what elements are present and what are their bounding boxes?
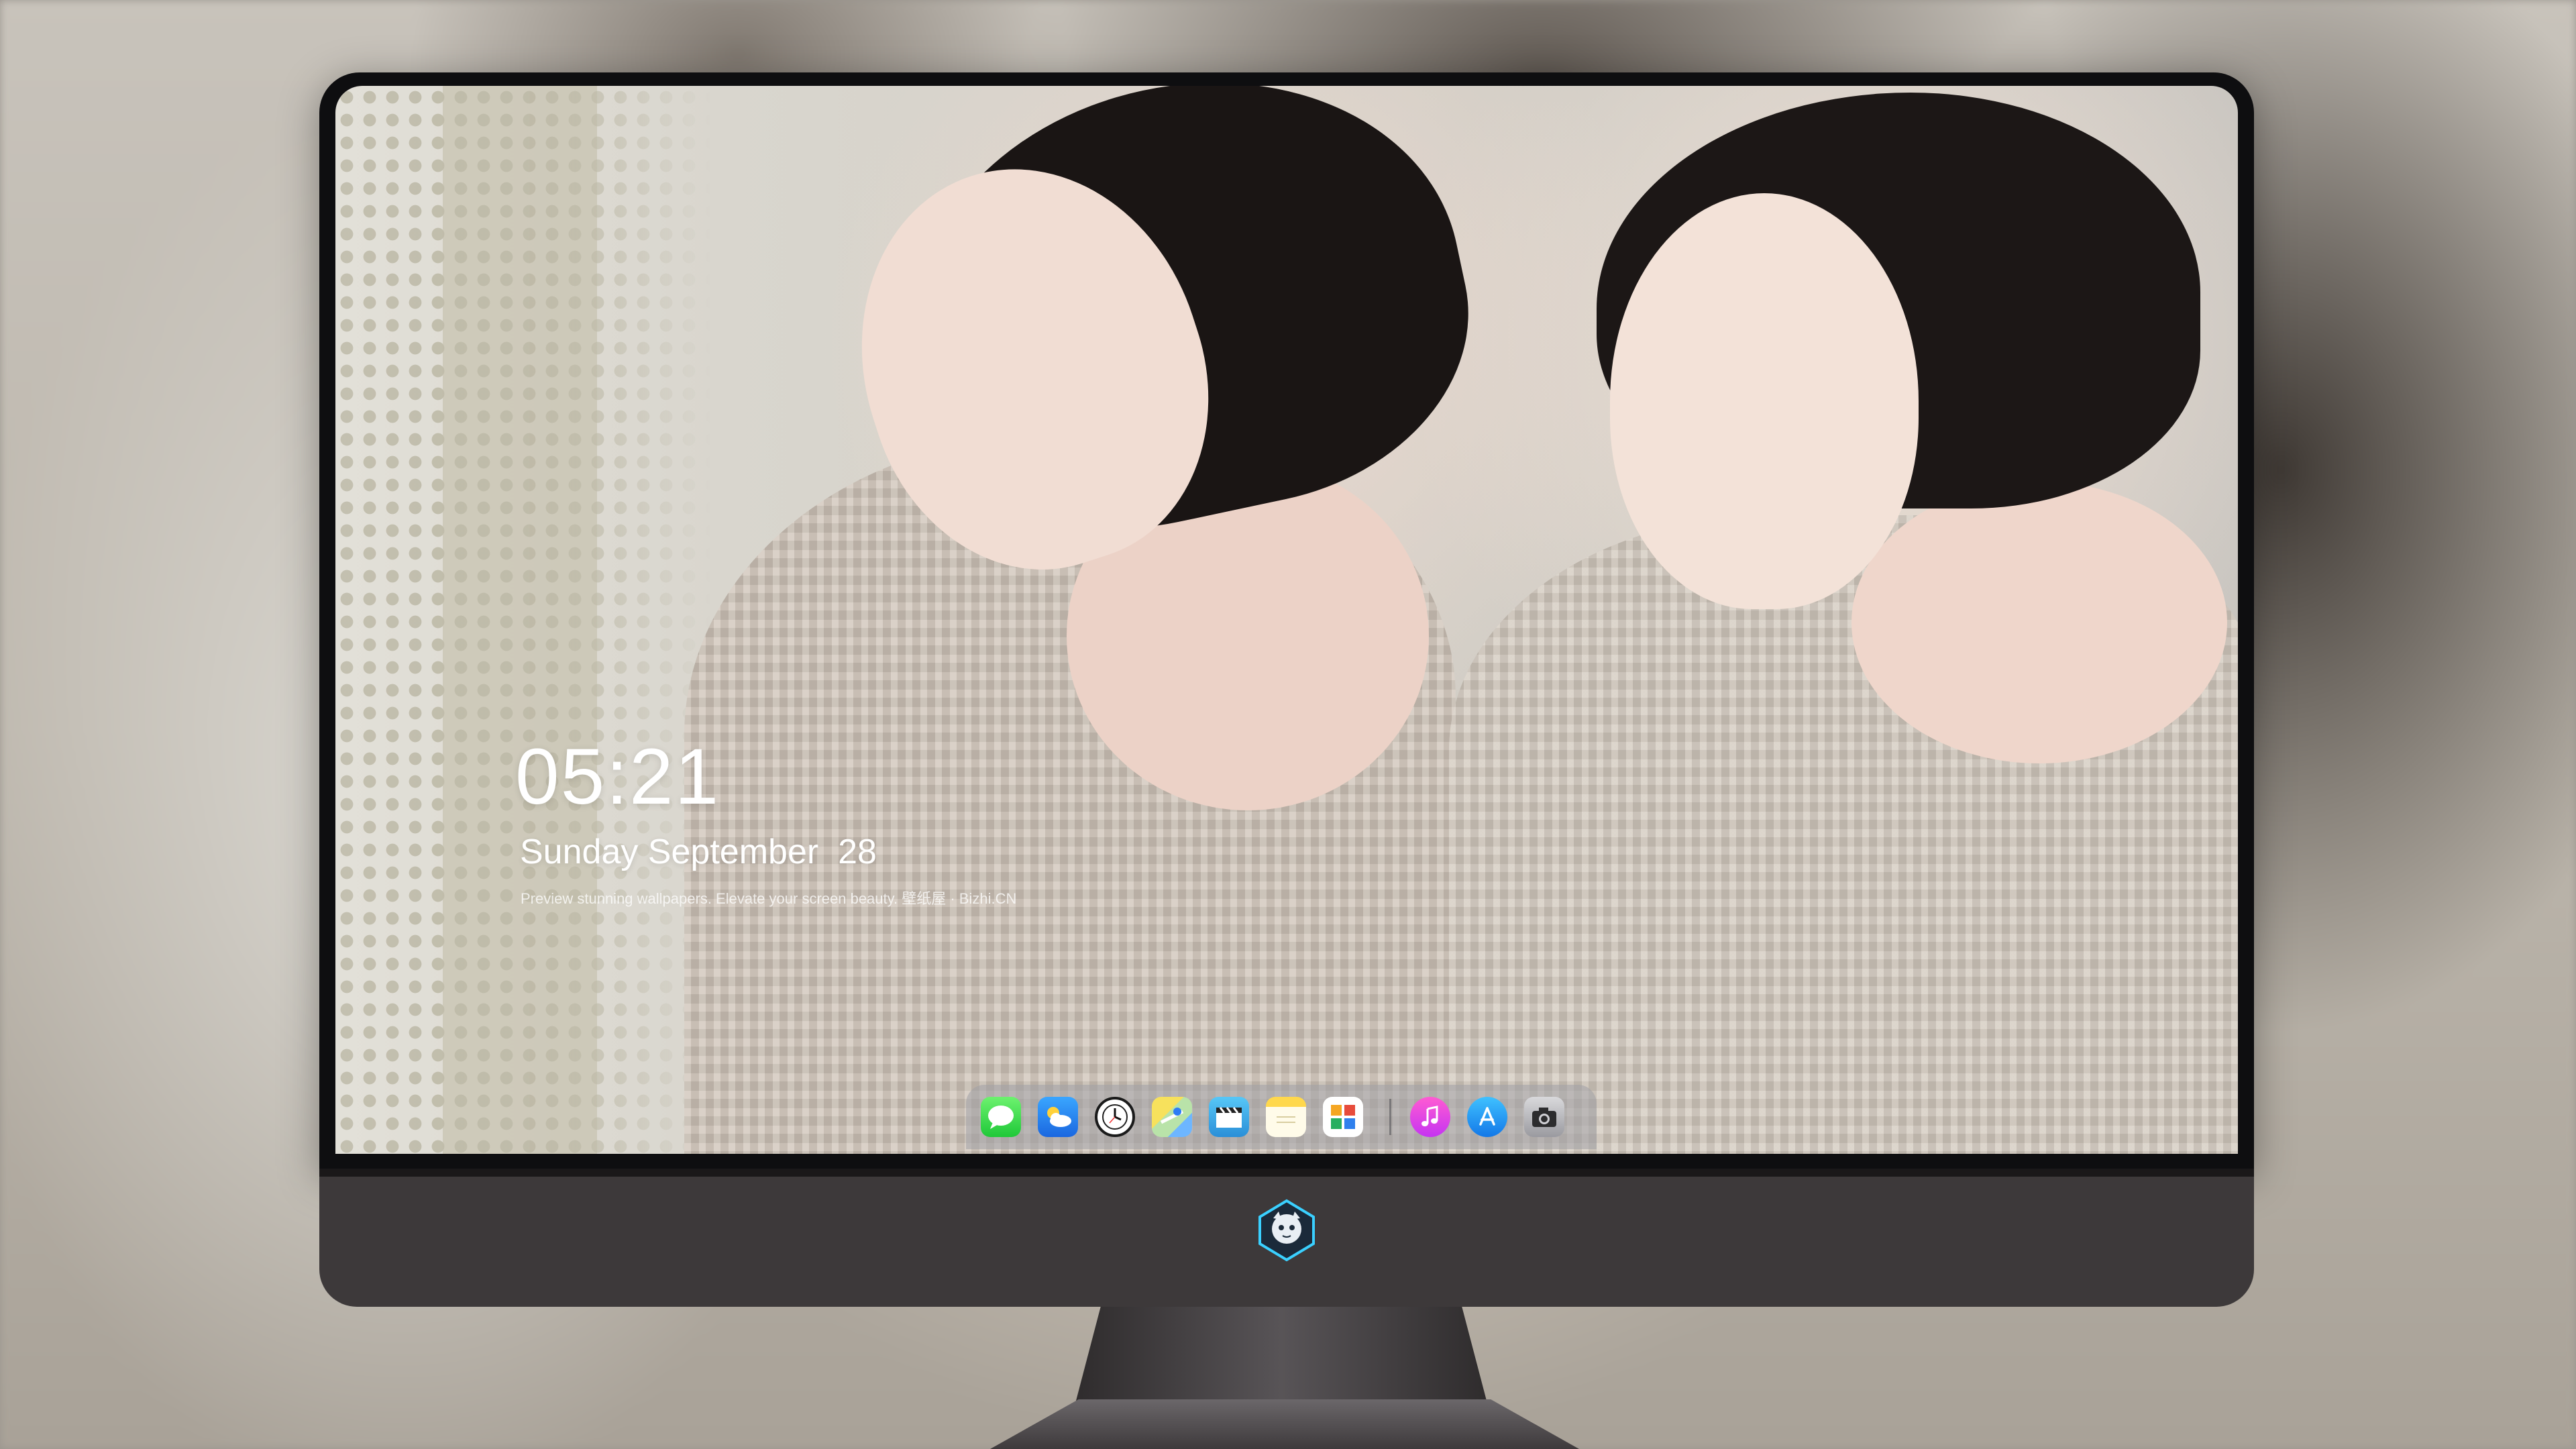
- dock: [966, 1085, 1597, 1149]
- screen: 05:21 Sunday September 28 Preview stunni…: [335, 86, 2238, 1154]
- dock-separator: [1389, 1099, 1391, 1135]
- lockscreen-time: 05:21: [515, 733, 720, 821]
- wallpaper-figure-right-shoulder: [1851, 482, 2227, 763]
- monitor-stand-base: [990, 1399, 1579, 1449]
- maps-icon[interactable]: [1152, 1097, 1192, 1137]
- wallpaper-halftone-pattern: [335, 86, 711, 1154]
- weather-icon[interactable]: [1038, 1097, 1078, 1137]
- lockscreen-tagline: Preview stunning wallpapers. Elevate you…: [521, 890, 1017, 907]
- music-note-icon[interactable]: [1410, 1097, 1450, 1137]
- notes-icon[interactable]: [1266, 1097, 1306, 1137]
- monitor-stand-neck: [1076, 1307, 1487, 1401]
- messages-icon[interactable]: [981, 1097, 1021, 1137]
- monitor: 05:21 Sunday September 28 Preview stunni…: [319, 72, 2254, 1307]
- wallpaper-figure-right-face: [1610, 193, 1919, 609]
- app-store-icon[interactable]: [1467, 1097, 1507, 1137]
- clock-icon[interactable]: [1095, 1097, 1135, 1137]
- lockscreen-date: Sunday September 28: [520, 833, 877, 871]
- clapperboard-icon[interactable]: [1209, 1097, 1249, 1137]
- monitor-chin-edge: [319, 1169, 2254, 1177]
- mascot-logo-icon: [1254, 1198, 1319, 1263]
- photos-icon[interactable]: [1323, 1097, 1363, 1137]
- camera-icon[interactable]: [1524, 1097, 1564, 1137]
